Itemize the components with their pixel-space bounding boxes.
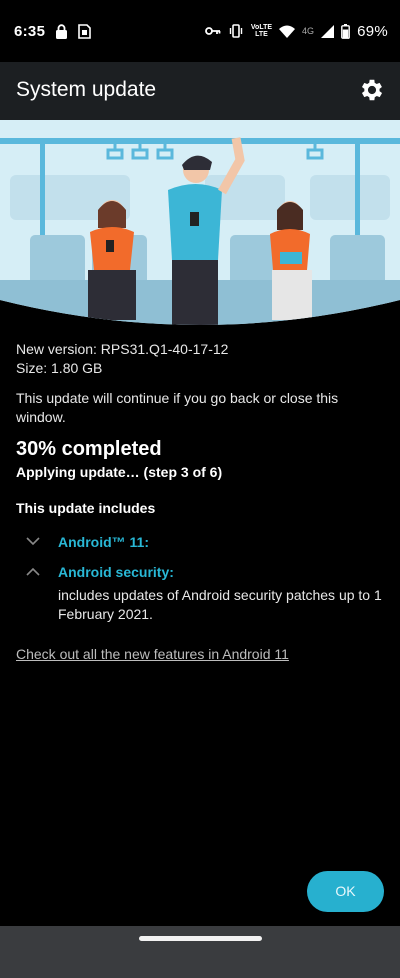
navigation-bar (0, 926, 400, 978)
train-commuters-illustration (0, 120, 400, 325)
expander-android-11[interactable]: Android™ 11: (16, 534, 384, 550)
android-11-features-link[interactable]: Check out all the new features in Androi… (16, 646, 384, 662)
sim-manager-icon (78, 23, 92, 39)
ok-button[interactable]: OK (307, 871, 384, 912)
app-bar: System update (0, 62, 400, 120)
item-title: Android security: (58, 564, 174, 580)
wifi-icon (279, 25, 296, 38)
vpn-key-icon (205, 27, 221, 35)
item-detail: includes updates of Android security pat… (58, 587, 382, 622)
size-text: Size: 1.80 GB (16, 360, 103, 376)
gear-icon[interactable] (358, 76, 386, 104)
vibrate-icon (229, 24, 243, 38)
continue-note: This update will continue if you go back… (16, 390, 339, 425)
lock-icon (56, 23, 68, 39)
gesture-handle[interactable] (139, 936, 262, 941)
update-details: New version: RPS31.Q1-40-17-12 Size: 1.8… (16, 340, 384, 662)
signal-icon (321, 24, 335, 38)
battery-icon (341, 23, 350, 39)
progress-text: 30% completed (16, 438, 162, 460)
version-text: New version: RPS31.Q1-40-17-12 (16, 341, 229, 357)
battery-percent: 69% (357, 22, 388, 40)
page-title: System update (16, 78, 157, 101)
expander-android-security[interactable]: Android security: includes updates of An… (16, 564, 384, 624)
status-bar: 6:35 VoLTE LTE 4G 69% (0, 0, 400, 62)
step-text: Applying update… (step 3 of 6) (16, 464, 223, 480)
chevron-down-icon (26, 537, 40, 546)
includes-heading: This update includes (16, 500, 156, 516)
chevron-up-icon (26, 567, 40, 576)
item-title: Android™ 11: (58, 534, 150, 550)
status-time: 6:35 (14, 22, 46, 40)
network-label: VoLTE LTE (250, 24, 273, 38)
network-type: 4G (302, 26, 315, 36)
